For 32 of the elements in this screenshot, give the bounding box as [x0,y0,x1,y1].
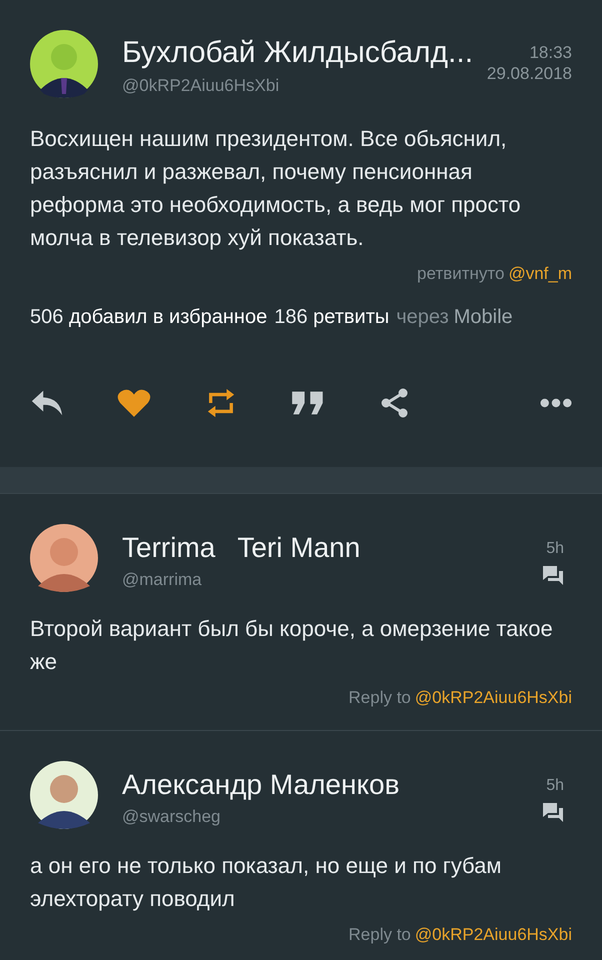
comment-icon [542,564,564,586]
comment-icon [542,801,564,823]
avatar[interactable] [30,524,98,592]
reply-to-link[interactable]: @0kRP2Aiuu6HsXbi [414,925,572,944]
reply-time: 5h [546,540,564,558]
reply-author-handle: @swarscheg [122,807,222,827]
avatar[interactable] [30,761,98,829]
reply-author-name: Terrima [122,532,216,564]
reply-icon[interactable] [30,388,64,418]
reply-to-label: Reply to [348,925,411,944]
more-icon[interactable] [540,398,572,408]
avatar[interactable] [30,30,98,98]
author-name: Бухлобай Жилдысбалд... [122,35,474,70]
reply-time: 5h [546,777,564,795]
tweet-text: Восхищен нашим президентом. Все обьяснил, разъяснил и разжевал, почему пенсионная реформа это необходимость, а ведь мог просто молча в телевизор хуй показать. [30,125,522,252]
reply-author-name: Teri Mann [237,532,360,564]
reply-author-handle: @marrima [122,570,203,590]
tweet-date: 29.08.2018 [486,63,572,84]
stat-text: 506 добавил в избранное [30,306,268,329]
tweet-time: 18:33 [528,42,572,63]
heart-icon[interactable] [117,388,151,418]
reply-to-link[interactable]: @0kRP2Aiuu6HsXbi [414,688,572,707]
reply-author-name: Александр Маленков [122,769,400,801]
via-label: через [396,306,449,329]
reply-to-label: Reply to [348,688,411,707]
author-handle: @0kRP2Aiuu6HsXbi [122,76,280,96]
reply-text: Второй вариант был бы короче, а омерзение такое же [30,615,554,676]
reply-text: а он его не только показал, но еще и по губам элехторату поводил [30,852,503,913]
retweeter-link[interactable]: @vnf_m [508,264,572,283]
retweeted-label: ретвитнуто [417,264,504,283]
stat-text: 186 ретвиты [274,306,390,329]
via-source: Mobile [454,306,513,329]
